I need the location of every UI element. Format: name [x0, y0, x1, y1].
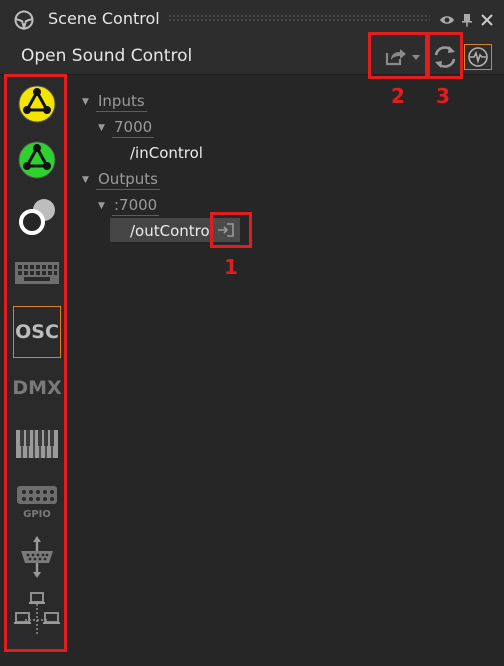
refresh-highlight-box: [427, 32, 463, 79]
tree-node-input-port[interactable]: ▼ 7000: [98, 118, 155, 138]
callout-2: 2: [391, 84, 405, 108]
steering-wheel-icon: [14, 10, 34, 30]
window-title: Scene Control: [48, 9, 160, 28]
expand-arrow-icon[interactable]: ▼: [82, 175, 96, 185]
tree-node-inputs[interactable]: ▼ Inputs: [82, 92, 147, 112]
eye-icon[interactable]: [439, 12, 455, 28]
tree-leaf-in-address[interactable]: /inControl: [130, 144, 203, 162]
monitor-icon: [468, 47, 488, 67]
sidebar-highlight-box: [4, 74, 67, 652]
drag-grip[interactable]: [168, 14, 430, 22]
export-highlight-box: [368, 32, 428, 79]
tree-node-label: :7000: [112, 196, 160, 216]
tree-node-label: Outputs: [96, 170, 160, 190]
monitor-button[interactable]: [464, 44, 492, 70]
panel-title: Open Sound Control: [21, 46, 193, 66]
map-output-highlight-box: [210, 212, 252, 248]
expand-arrow-icon[interactable]: ▼: [98, 123, 112, 133]
tree-node-label: 7000: [112, 118, 155, 138]
close-icon[interactable]: [479, 12, 495, 28]
tree-node-label: Inputs: [96, 92, 147, 112]
tree-node-outputs[interactable]: ▼ Outputs: [82, 170, 160, 190]
callout-1: 1: [224, 255, 238, 279]
pin-icon[interactable]: [459, 12, 475, 28]
expand-arrow-icon[interactable]: ▼: [82, 97, 96, 107]
expand-arrow-icon[interactable]: ▼: [98, 201, 112, 211]
callout-3: 3: [436, 84, 450, 108]
tree-node-output-port[interactable]: ▼:7000: [98, 196, 160, 216]
tree-leaf-out-address[interactable]: /outControl: [130, 222, 214, 240]
